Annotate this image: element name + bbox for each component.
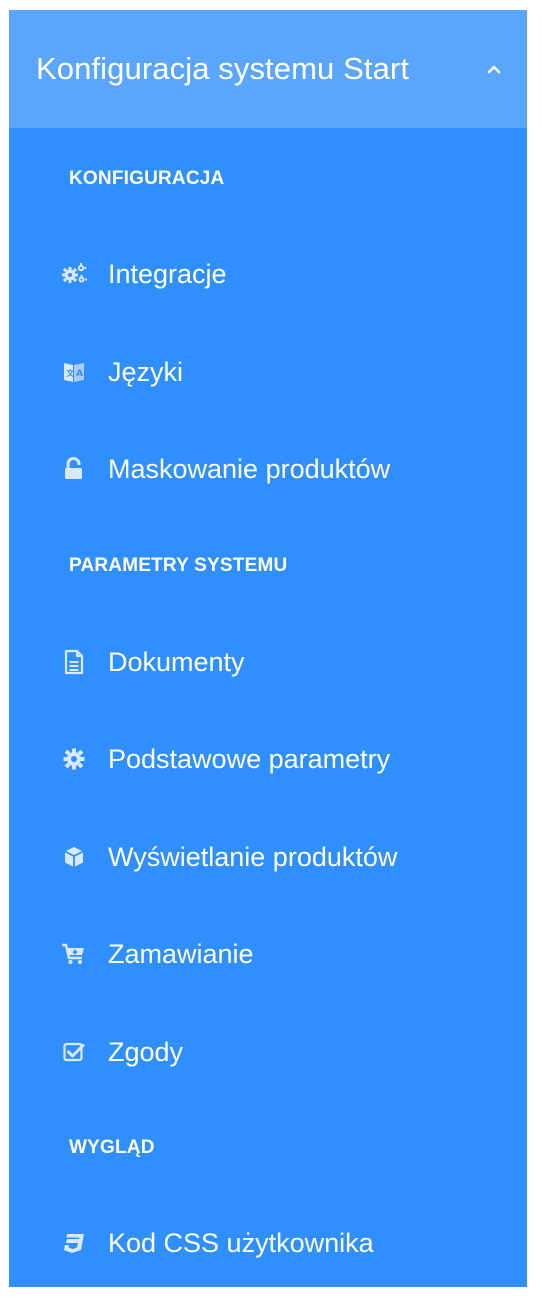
menu-item-label: Kod CSS użytkownika (108, 1227, 374, 1258)
section-label-wyglad: WYGLĄD (69, 1137, 155, 1158)
language-icon: 文 A (59, 357, 89, 387)
chevron-up-icon[interactable] (483, 58, 505, 80)
section-label-parametry-systemu: PARAMETRY SYSTEMU (69, 555, 288, 576)
menu-item-wyswietlanie-produktow[interactable]: Wyświetlanie produktów (59, 829, 509, 885)
menu-item-label: Zamawianie (108, 938, 254, 969)
checkbox-icon (59, 1037, 89, 1067)
menu-item-label: Dokumenty (108, 646, 245, 677)
menu-item-zgody[interactable]: Zgody (59, 1024, 509, 1080)
menu-item-label: Języki (108, 356, 184, 387)
menu-item-label: Wyświetlanie produktów (108, 841, 398, 872)
unlock-icon (59, 454, 89, 484)
menu-item-podstawowe-parametry[interactable]: Podstawowe parametry (59, 731, 509, 787)
cube-icon (59, 842, 89, 872)
menu-item-dokumenty[interactable]: Dokumenty (59, 634, 509, 690)
css3-icon (59, 1228, 89, 1258)
menu-item-kod-css-uzytkownika[interactable]: Kod CSS użytkownika (59, 1215, 509, 1271)
menu-item-integracje[interactable]: Integracje (59, 246, 509, 302)
gears-icon (59, 259, 89, 289)
panel-header-toggle[interactable]: Konfiguracja systemu Start (9, 10, 527, 128)
svg-text:A: A (76, 369, 83, 379)
menu-item-label: Maskowanie produktów (108, 453, 391, 484)
menu-item-label: Podstawowe parametry (108, 743, 391, 774)
cart-icon (59, 939, 89, 969)
panel-title: Konfiguracja systemu Start (36, 51, 410, 86)
section-label-konfiguracja: KONFIGURACJA (69, 168, 225, 189)
gear-icon (59, 744, 89, 774)
menu-item-zamawianie[interactable]: Zamawianie (59, 926, 509, 982)
menu-item-maskowanie-produktow[interactable]: Maskowanie produktów (59, 441, 509, 497)
menu-item-label: Integracje (108, 258, 227, 289)
settings-menu-panel: Konfiguracja systemu Start KONFIGURACJA (9, 10, 527, 1287)
menu-item-label: Zgody (108, 1036, 184, 1067)
menu-item-jezyki[interactable]: 文 A Języki (59, 344, 509, 400)
svg-text:文: 文 (66, 368, 75, 378)
document-icon (59, 647, 89, 677)
